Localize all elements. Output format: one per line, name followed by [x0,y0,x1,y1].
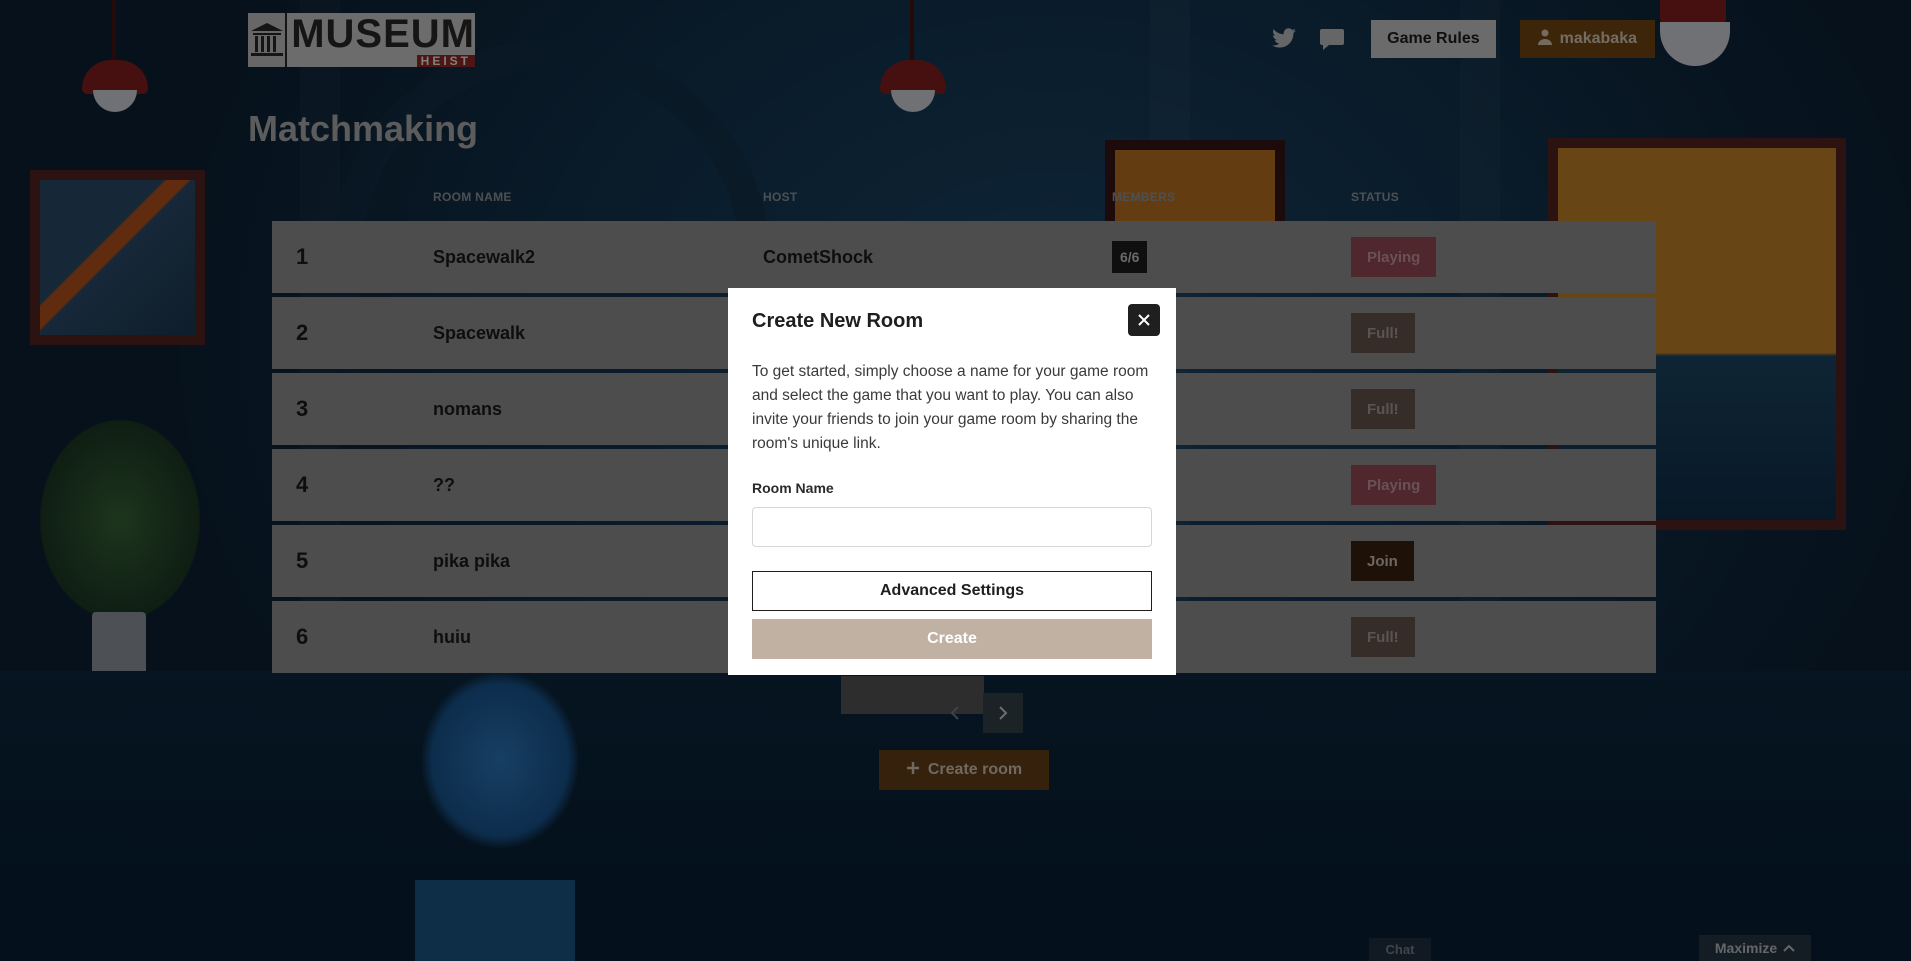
room-name-input[interactable] [752,507,1152,547]
advanced-settings-button[interactable]: Advanced Settings [752,571,1152,611]
close-icon[interactable] [1128,304,1160,336]
create-button[interactable]: Create [752,619,1152,659]
dialog-description: To get started, simply choose a name for… [752,363,1149,452]
create-room-dialog: Create New Room To get started, simply c… [728,288,1176,675]
dialog-title: Create New Room [752,310,924,332]
room-name-label: Room Name [752,480,834,496]
